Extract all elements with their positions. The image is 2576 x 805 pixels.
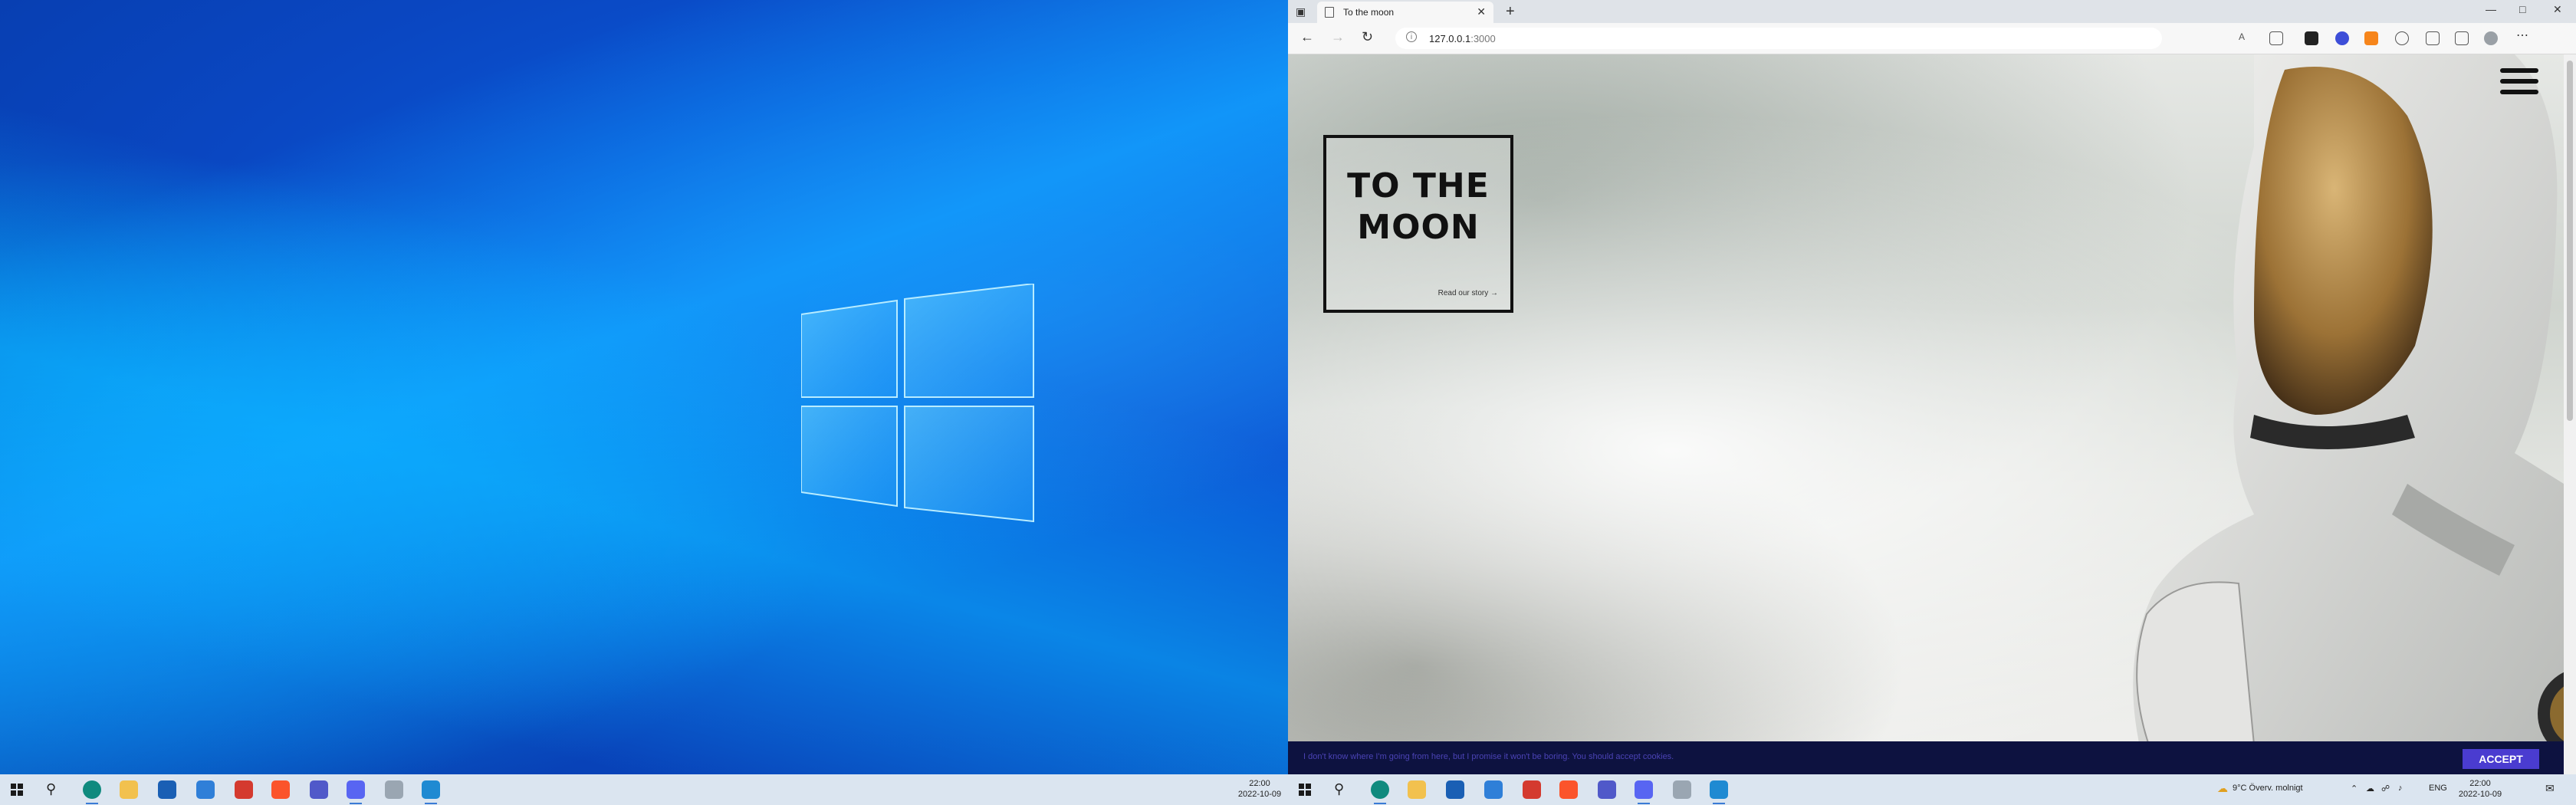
- more-menu-icon[interactable]: ⋯: [2516, 30, 2530, 45]
- clock-date: 2022-10-09: [2458, 790, 2502, 799]
- maximize-icon[interactable]: □: [2519, 3, 2525, 15]
- clock-time: 22:00: [1249, 779, 1270, 788]
- forward-icon[interactable]: →: [1331, 29, 1345, 45]
- astronaut-image: [1825, 54, 2564, 774]
- start-button-icon[interactable]: [1299, 784, 1311, 796]
- collections-icon[interactable]: [2455, 31, 2469, 45]
- close-window-icon[interactable]: ✕: [2553, 3, 2562, 16]
- weather-text[interactable]: 9°C Överv. molnigt: [2233, 784, 2303, 793]
- url-text: 127.0.0.1:3000: [1429, 33, 1496, 44]
- profile-avatar[interactable]: [2484, 31, 2498, 45]
- extensions-puzzle-icon[interactable]: [2395, 31, 2409, 45]
- brave-icon[interactable]: [271, 780, 290, 799]
- windows-logo-icon: [800, 282, 1035, 523]
- vscode-icon[interactable]: [422, 780, 440, 804]
- tab-to-the-moon[interactable]: To the moon ✕: [1317, 2, 1493, 23]
- search-icon[interactable]: ⚲: [46, 781, 56, 797]
- vscode-icon[interactable]: [1710, 780, 1728, 804]
- weather-icon[interactable]: ☁: [2217, 782, 2228, 795]
- office-icon[interactable]: [235, 780, 253, 799]
- mail-icon[interactable]: [196, 780, 215, 799]
- clock-date: 2022-10-09: [1237, 790, 1282, 799]
- taskbar-right: ⚲ ☁ 9°C Överv. molnigt ⌃ ☁ ☍ ♪ ENG 22:00…: [1288, 774, 2576, 805]
- teams-icon[interactable]: [1598, 780, 1616, 799]
- store-icon[interactable]: [1446, 780, 1464, 799]
- web-page: TO THE MOON Read our story → I don't kno…: [1288, 54, 2564, 774]
- site-info-icon[interactable]: i: [1406, 31, 1417, 42]
- onedrive-icon[interactable]: ☁: [2366, 784, 2374, 794]
- hero-title: TO THE MOON: [1347, 166, 1490, 247]
- close-tab-icon[interactable]: ✕: [1477, 5, 1486, 18]
- back-icon[interactable]: ←: [1300, 29, 1314, 45]
- hero-card: TO THE MOON Read our story →: [1323, 135, 1513, 313]
- page-scrollbar[interactable]: [2564, 54, 2576, 774]
- add-favorite-icon[interactable]: [2269, 31, 2283, 45]
- office-icon[interactable]: [1523, 780, 1541, 799]
- app-icon[interactable]: [385, 780, 403, 799]
- tab-title: To the moon: [1343, 7, 1395, 18]
- page-icon: [1325, 7, 1334, 18]
- desktop-wallpaper: [0, 0, 1288, 774]
- favorites-icon[interactable]: [2426, 31, 2440, 45]
- mail-icon[interactable]: [1484, 780, 1503, 799]
- menu-hamburger-icon[interactable]: [2500, 68, 2538, 97]
- edge-icon[interactable]: [1371, 780, 1389, 804]
- tab-strip: ▣ To the moon ✕ + — □ ✕: [1288, 0, 2576, 23]
- cookie-message: I don't know where I'm going from here, …: [1303, 752, 1674, 761]
- tab-actions-icon[interactable]: ▣: [1296, 5, 1308, 18]
- discord-icon[interactable]: [347, 780, 365, 804]
- file-explorer-icon[interactable]: [1408, 780, 1426, 799]
- teams-icon[interactable]: [310, 780, 328, 799]
- app-icon[interactable]: [1673, 780, 1691, 799]
- store-icon[interactable]: [158, 780, 176, 799]
- metamask-icon[interactable]: [2364, 31, 2378, 45]
- notifications-icon[interactable]: ✉: [2545, 782, 2555, 795]
- discord-icon[interactable]: [1635, 780, 1653, 804]
- taskbar-clock[interactable]: 22:00 2022-10-09: [2453, 778, 2507, 800]
- new-tab-icon[interactable]: +: [1506, 3, 1515, 21]
- language-indicator[interactable]: ENG: [2429, 784, 2447, 793]
- volume-icon[interactable]: ♪: [2398, 784, 2403, 793]
- read-aloud-icon[interactable]: A: [2239, 31, 2252, 45]
- edge-icon[interactable]: [83, 780, 101, 804]
- taskbar-clock[interactable]: 22:00 2022-10-09: [1233, 778, 1286, 800]
- tray-overflow-icon[interactable]: ⌃: [2351, 784, 2358, 794]
- taskbar-left: ⚲ 22:00 2022-10-09: [0, 774, 1288, 805]
- cookie-banner: I don't know where I'm going from here, …: [1288, 741, 2564, 774]
- network-icon[interactable]: ☍: [2381, 784, 2390, 794]
- search-icon[interactable]: ⚲: [1334, 781, 1344, 797]
- clock-time: 22:00: [2469, 779, 2491, 788]
- read-story-link[interactable]: Read our story →: [1438, 289, 1498, 297]
- url-input[interactable]: i 127.0.0.1:3000: [1395, 28, 2162, 49]
- brave-icon[interactable]: [1559, 780, 1578, 799]
- extension-icon[interactable]: [2335, 31, 2349, 45]
- extension-icon[interactable]: [2305, 31, 2318, 45]
- address-bar: ← → ↻ i 127.0.0.1:3000 A ⋯: [1288, 23, 2576, 54]
- browser-window: ▣ To the moon ✕ + — □ ✕ ← → ↻ i 127.0.0.…: [1288, 0, 2576, 774]
- accept-cookies-button[interactable]: ACCEPT: [2463, 749, 2539, 769]
- refresh-icon[interactable]: ↻: [1362, 29, 1373, 45]
- start-button-icon[interactable]: [11, 784, 23, 796]
- file-explorer-icon[interactable]: [120, 780, 138, 799]
- minimize-icon[interactable]: —: [2486, 3, 2496, 15]
